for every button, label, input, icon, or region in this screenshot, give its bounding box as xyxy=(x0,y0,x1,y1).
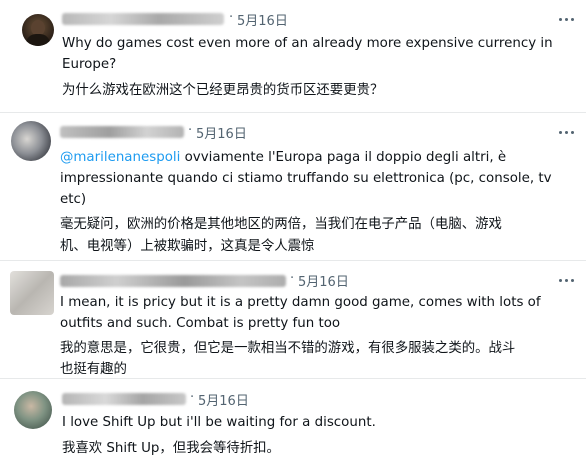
more-options-icon[interactable] xyxy=(558,12,576,26)
translation-text: 毫无疑问，欧洲的价格是其他地区的两倍，当我们在电子产品（电脑、游戏 xyxy=(60,217,502,232)
post-text-line: Why do games cost even more of an alread… xyxy=(62,36,553,51)
reply-post[interactable]: · 5月16日 @marilenanespoli ovviamente l'Eu… xyxy=(0,113,586,260)
separator-dot: · xyxy=(188,123,193,138)
reply-post[interactable]: · 5月16日 Why do games cost even more of a… xyxy=(0,0,586,112)
username-blurred[interactable] xyxy=(62,393,186,405)
post-text-line: I mean, it is pricy but it is a pretty d… xyxy=(60,295,541,310)
post-date[interactable]: 5月16日 xyxy=(198,390,249,409)
more-options-icon[interactable] xyxy=(558,125,576,139)
separator-dot: · xyxy=(190,390,195,405)
more-options-icon[interactable] xyxy=(558,273,576,287)
translation-text: 我的意思是，它很贵，但它是一款相当不错的游戏，有很多服装之类的。战斗 xyxy=(60,341,516,356)
post-date[interactable]: 5月16日 xyxy=(237,10,288,29)
translation-text: 为什么游戏在欧洲这个已经更昂贵的货币区还要更贵？ xyxy=(62,83,384,98)
avatar[interactable] xyxy=(10,271,54,315)
post-text-line: I love Shift Up but i'll be waiting for … xyxy=(62,415,376,430)
username-blurred[interactable] xyxy=(60,126,184,138)
separator-dot: · xyxy=(290,271,295,286)
reply-post[interactable]: · 5月16日 I mean, it is pricy but it is a … xyxy=(0,261,586,378)
separator-dot: · xyxy=(229,10,234,25)
username-blurred[interactable] xyxy=(60,275,286,287)
username-blurred[interactable] xyxy=(62,13,224,25)
avatar[interactable] xyxy=(11,121,51,161)
translation-text: 我喜欢 Shift Up，但我会等待折扣。 xyxy=(62,441,280,456)
post-text-line: outfits and such. Combat is pretty fun t… xyxy=(60,316,341,331)
translation-text: 机、电视等）上被欺骗时，这真是令人震惊 xyxy=(60,239,315,254)
post-date[interactable]: 5月16日 xyxy=(196,123,247,142)
post-text-line: impressionante quando ci stiamo truffand… xyxy=(60,171,552,186)
avatar[interactable] xyxy=(22,14,54,46)
post-text-line: Europe? xyxy=(62,57,117,72)
avatar[interactable] xyxy=(14,391,52,429)
post-text-line: etc) xyxy=(60,192,87,207)
mention-link[interactable]: @marilenanespoli xyxy=(60,150,180,165)
reply-post[interactable]: · 5月16日 I love Shift Up but i'll be wait… xyxy=(0,379,586,469)
post-text-line: @marilenanespoli ovviamente l'Europa pag… xyxy=(60,150,507,165)
post-date[interactable]: 5月16日 xyxy=(298,271,349,290)
